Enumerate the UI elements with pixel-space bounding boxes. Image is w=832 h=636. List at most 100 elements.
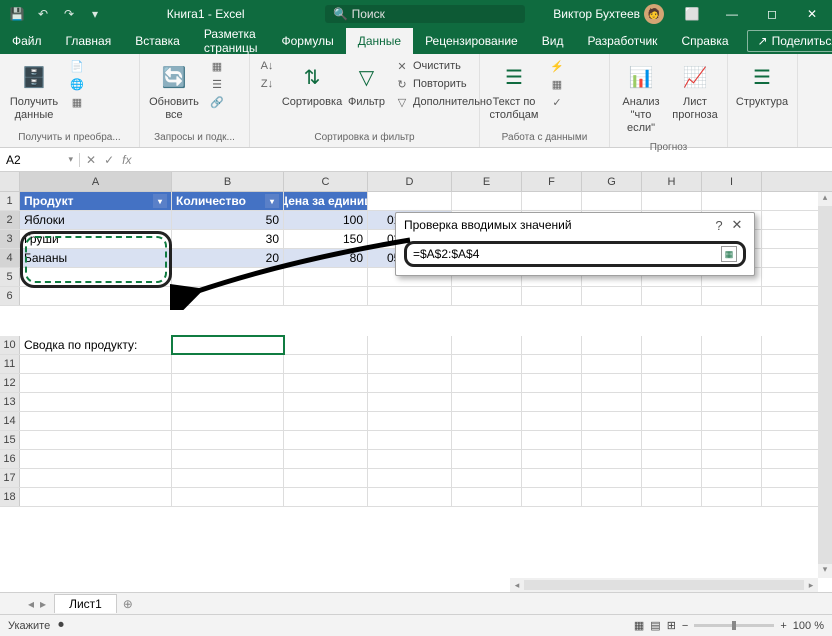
tab-layout[interactable]: Разметка страницы [192, 28, 270, 54]
tab-insert[interactable]: Вставка [123, 28, 192, 54]
whatif-button[interactable]: 📊 Анализ "что если" [616, 58, 666, 140]
cell[interactable]: 150 [284, 230, 368, 248]
autosave-icon[interactable]: 💾 [6, 3, 28, 25]
sheet-tab[interactable]: Лист1 [54, 594, 117, 613]
tab-help[interactable]: Справка [669, 28, 740, 54]
zoom-out-icon[interactable]: − [682, 620, 688, 632]
table-header[interactable]: Продукт▾ [20, 192, 172, 210]
range-input[interactable] [413, 247, 721, 261]
col-header-h[interactable]: H [642, 172, 702, 191]
user-name: Виктор Бухтеев [553, 7, 640, 21]
help-icon[interactable]: ? [710, 218, 728, 233]
sort-za-button[interactable]: Z↓ [256, 76, 278, 92]
sort-button[interactable]: ⇅ Сортировка [282, 58, 342, 113]
from-text-button[interactable]: 📄 [66, 58, 88, 74]
col-header-i[interactable]: I [702, 172, 762, 191]
col-header-b[interactable]: B [172, 172, 284, 191]
prev-sheet-icon[interactable]: ◂ [28, 597, 34, 611]
structure-button[interactable]: ☰ Структура [734, 58, 790, 113]
view-pagebreak-icon[interactable]: ⊞ [667, 619, 676, 632]
share-button[interactable]: ↗ Поделиться [747, 30, 832, 52]
row-header[interactable]: 3 [0, 230, 20, 248]
qa-dropdown-icon[interactable]: ▾ [84, 3, 106, 25]
ribbon-tabs: Файл Главная Вставка Разметка страницы Ф… [0, 28, 832, 54]
sort-za-icon: Z↓ [260, 77, 274, 91]
account-area[interactable]: Виктор Бухтеев 🧑 [545, 4, 672, 24]
view-layout-icon[interactable]: ▤ [650, 619, 660, 632]
select-all-corner[interactable] [0, 172, 20, 191]
filter-icon: ▽ [350, 62, 382, 94]
fx-icon[interactable]: fx [122, 153, 131, 167]
remove-dup-icon: ▦ [550, 77, 564, 91]
cell[interactable]: Груши [20, 230, 172, 248]
tab-home[interactable]: Главная [54, 28, 124, 54]
sheet-tabs: ◂ ▸ Лист1 ⊕ [0, 592, 832, 614]
row-header[interactable]: 2 [0, 211, 20, 229]
name-box[interactable]: A2▾ [0, 153, 80, 167]
cell[interactable]: 50 [172, 211, 284, 229]
cell[interactable]: Сводка по продукту: [20, 336, 172, 354]
tab-file[interactable]: Файл [0, 28, 54, 54]
refresh-all-button[interactable]: 🔄 Обновить все [146, 58, 202, 126]
tab-review[interactable]: Рецензирование [413, 28, 530, 54]
filter-dropdown-icon[interactable]: ▾ [265, 194, 279, 208]
ribbon: 🗄️ Получить данные 📄 🌐 ▦ Получить и прео… [0, 54, 832, 148]
from-table-button[interactable]: ▦ [66, 94, 88, 110]
horizontal-scrollbar[interactable]: ◂▸ [510, 578, 818, 592]
row-header[interactable]: 1 [0, 192, 20, 210]
search-box[interactable]: 🔍 Поиск [325, 5, 525, 23]
forecast-icon: 📈 [679, 62, 711, 94]
cell[interactable]: 100 [284, 211, 368, 229]
col-header-g[interactable]: G [582, 172, 642, 191]
group-label: Запросы и подк... [146, 130, 243, 143]
status-mode: Укажите [8, 620, 50, 632]
zoom-level[interactable]: 100 % [793, 620, 824, 632]
cell[interactable]: Яблоки [20, 211, 172, 229]
zoom-slider[interactable] [694, 624, 774, 627]
table-header[interactable]: Количество▾ [172, 192, 284, 210]
minimize-icon[interactable]: — [712, 0, 752, 28]
file-icon: 📄 [70, 59, 84, 73]
range-picker-icon[interactable]: ▦ [721, 246, 737, 262]
from-web-button[interactable]: 🌐 [66, 76, 88, 92]
text-to-columns-button[interactable]: ☰ Текст по столбцам [486, 58, 542, 126]
forecast-button[interactable]: 📈 Лист прогноза [670, 58, 720, 126]
row-header[interactable]: 4 [0, 249, 20, 267]
table-header[interactable]: Цена за единиц [284, 192, 368, 210]
col-header-c[interactable]: C [284, 172, 368, 191]
close-icon[interactable]: ✕ [792, 0, 832, 28]
properties-icon: ☰ [210, 77, 224, 91]
selected-cell[interactable] [172, 336, 284, 354]
col-header-d[interactable]: D [368, 172, 452, 191]
col-header-f[interactable]: F [522, 172, 582, 191]
tab-view[interactable]: Вид [530, 28, 576, 54]
sort-az-button[interactable]: A↓ [256, 58, 278, 74]
close-icon[interactable]: ✕ [728, 217, 746, 233]
next-sheet-icon[interactable]: ▸ [40, 597, 46, 611]
add-sheet-icon[interactable]: ⊕ [117, 597, 139, 611]
ribbon-options-icon[interactable]: ⬜ [672, 0, 712, 28]
view-normal-icon[interactable]: ▦ [634, 619, 644, 632]
col-header-a[interactable]: A [20, 172, 172, 191]
col-header-e[interactable]: E [452, 172, 522, 191]
cell[interactable]: 30 [172, 230, 284, 248]
data-validation-dialog[interactable]: Проверка вводимых значений ? ✕ ▦ [395, 212, 755, 276]
confirm-icon[interactable]: ✓ [104, 153, 114, 167]
cell[interactable]: 20 [172, 249, 284, 267]
cancel-icon[interactable]: ✕ [86, 153, 96, 167]
maximize-icon[interactable]: ◻ [752, 0, 792, 28]
filter-button[interactable]: ▽ Фильтр [346, 58, 387, 113]
tab-data[interactable]: Данные [346, 28, 413, 54]
zoom-in-icon[interactable]: + [780, 620, 786, 632]
cell[interactable]: 80 [284, 249, 368, 267]
vertical-scrollbar[interactable]: ▴▾ [818, 192, 832, 578]
sort-az-icon: A↓ [260, 59, 274, 73]
undo-icon[interactable]: ↶ [32, 3, 54, 25]
redo-icon[interactable]: ↷ [58, 3, 80, 25]
get-data-button[interactable]: 🗄️ Получить данные [6, 58, 62, 126]
tab-formulas[interactable]: Формулы [269, 28, 345, 54]
tab-developer[interactable]: Разработчик [575, 28, 669, 54]
macro-record-icon[interactable]: ⏺ [58, 619, 64, 632]
cell[interactable]: Бананы [20, 249, 172, 267]
filter-dropdown-icon[interactable]: ▾ [153, 194, 167, 208]
